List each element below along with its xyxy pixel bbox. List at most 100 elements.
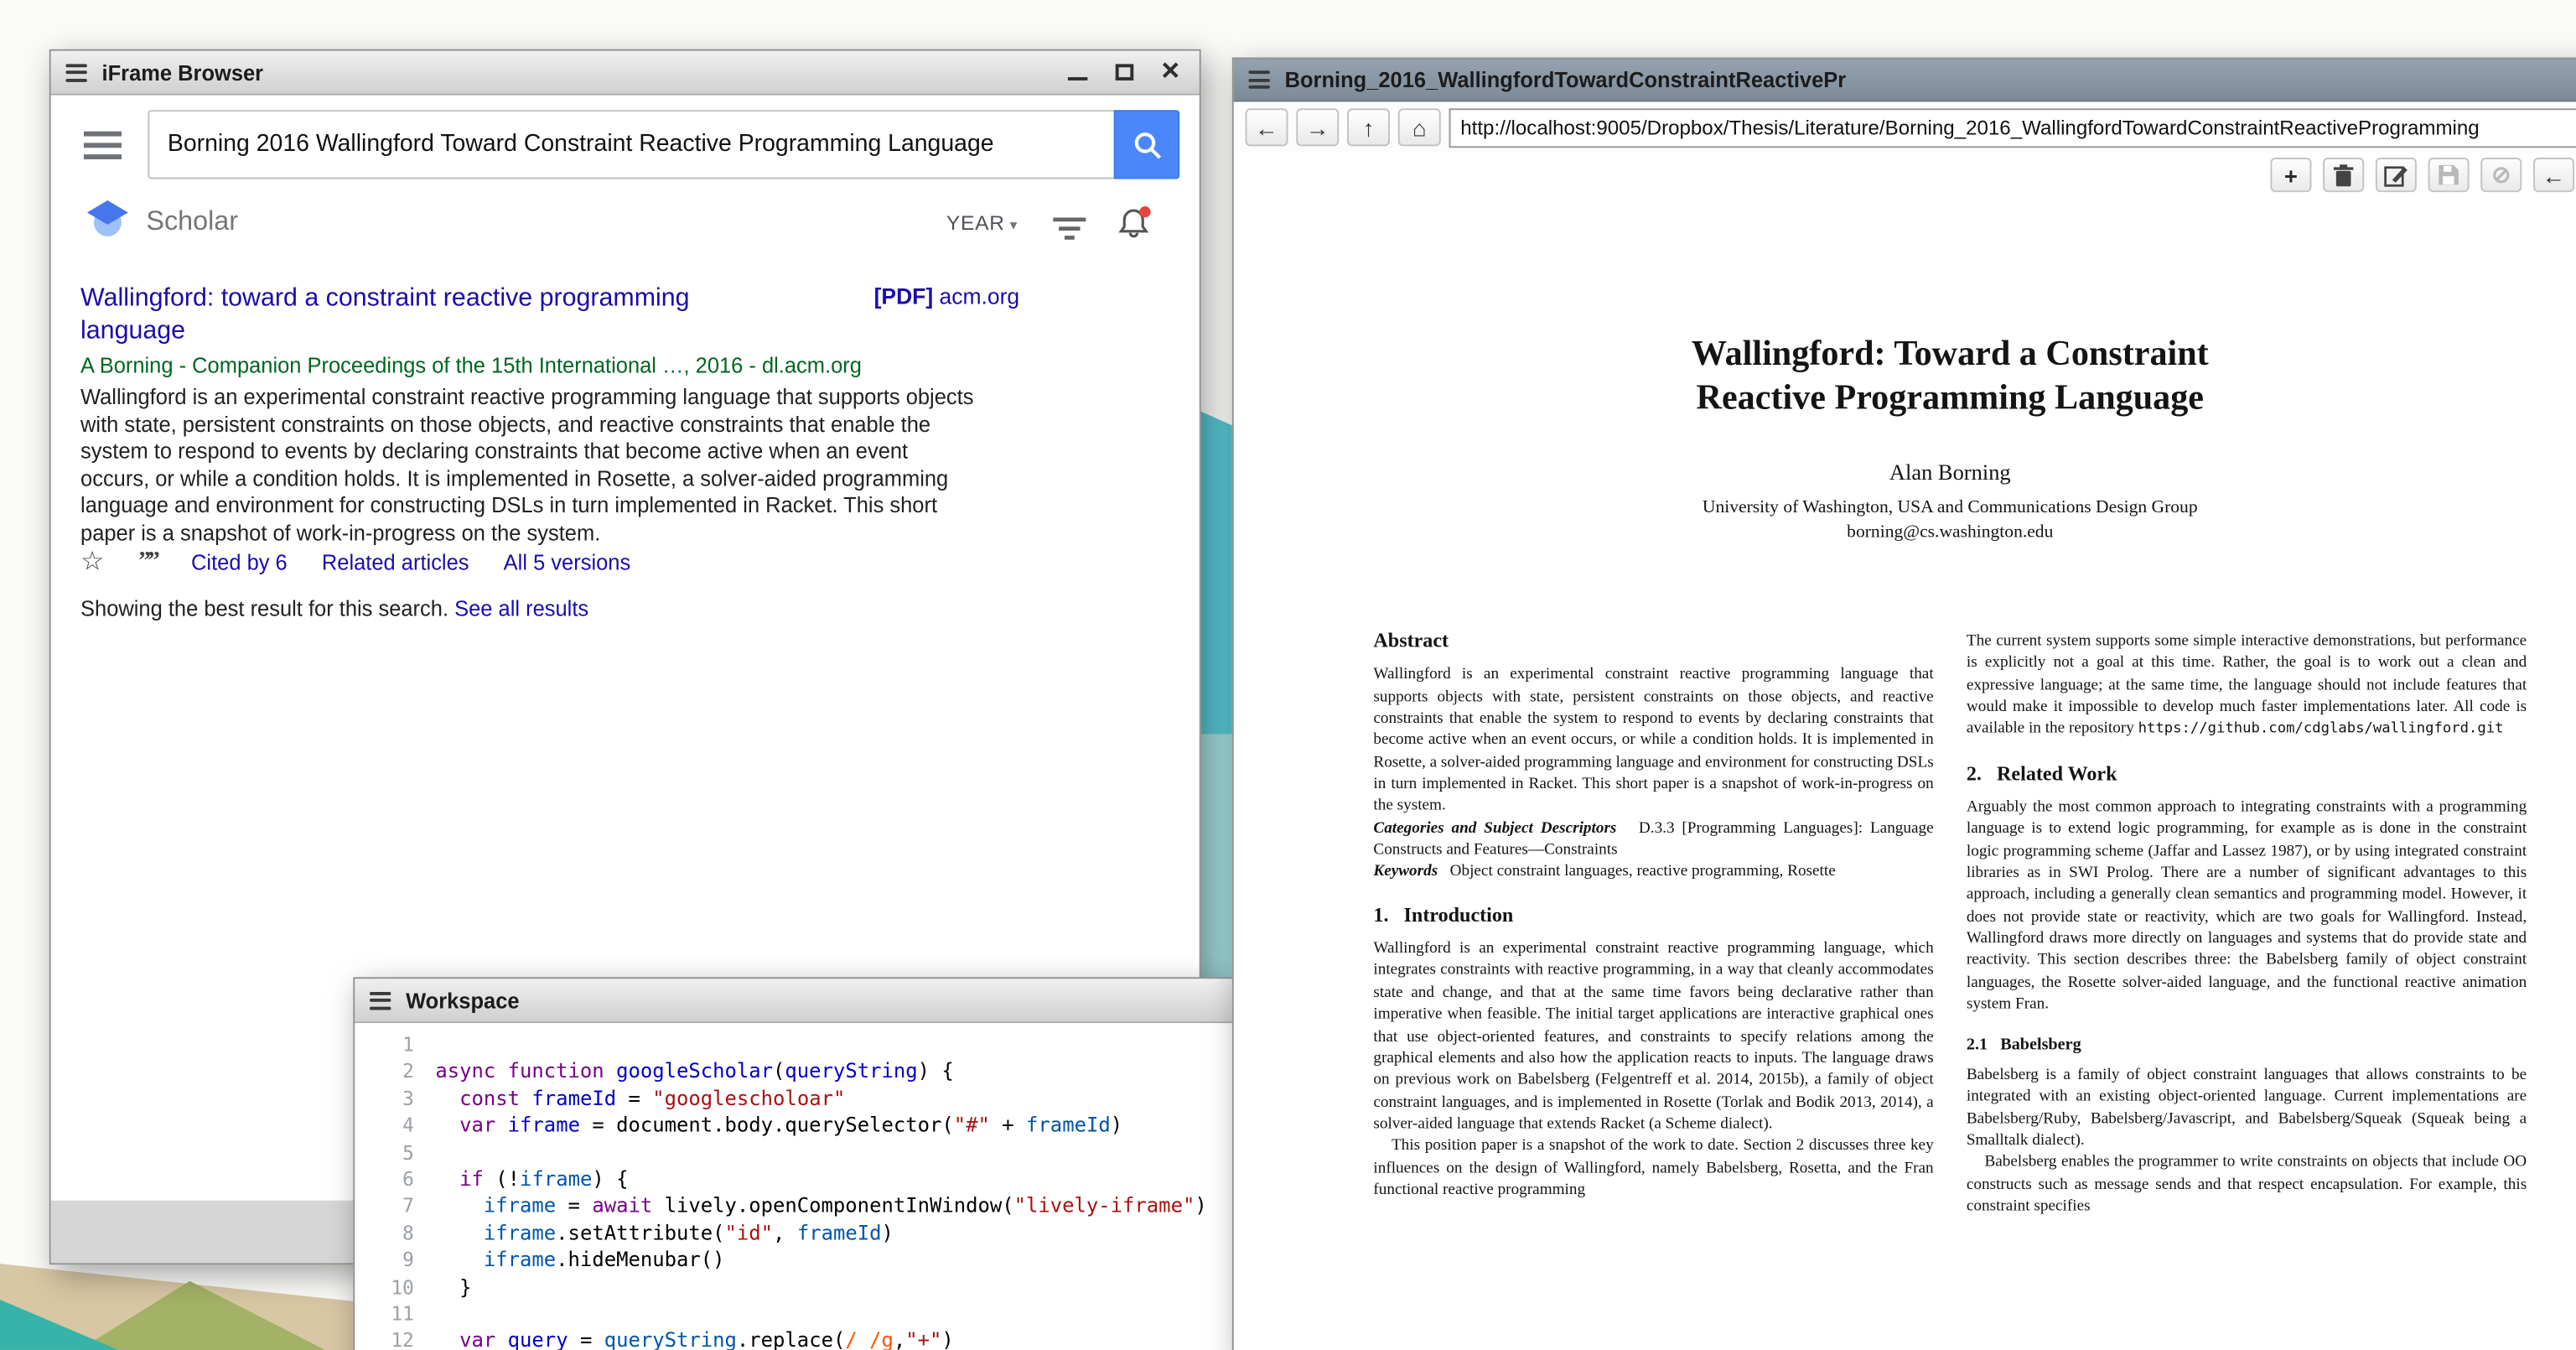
result-snippet: Wallingford is an experimental constrain…	[80, 384, 976, 548]
categories-text: Categories and Subject Descriptors D.3.3…	[1373, 818, 1933, 861]
workspace-titlebar[interactable]: Workspace	[355, 979, 1232, 1023]
code-text: if (!iframe) {	[435, 1166, 628, 1193]
line-number: 12	[355, 1327, 435, 1350]
code-line: 10 }	[355, 1274, 1232, 1301]
paper-affiliation: University of Washington, USA and Commun…	[1373, 497, 2527, 517]
code-line: 1	[355, 1031, 1232, 1058]
edit-button[interactable]	[2376, 158, 2417, 192]
minimize-button[interactable]	[1068, 64, 1088, 80]
save-disk-icon	[2438, 164, 2459, 185]
forward-button[interactable]: →	[1296, 108, 1339, 146]
line-number: 11	[355, 1301, 435, 1327]
column2-paragraph: The current system supports some simple …	[1967, 631, 2527, 742]
cited-by-link[interactable]: Cited by 6	[191, 550, 288, 574]
see-all-results-link[interactable]: See all results	[454, 596, 588, 620]
section-2-1-heading: 2.1 Babelsberg	[1967, 1034, 2527, 1056]
paper-right-column: The current system supports some simple …	[1967, 631, 2527, 1218]
cite-quote-icon[interactable]: ””	[138, 548, 157, 576]
code-line: 3 const frameId = "googlescholoar"	[355, 1085, 1232, 1112]
repo-url: https://github.com/cdglabs/wallingford.g…	[2138, 722, 2504, 739]
code-line: 9 iframe.hideMenubar()	[355, 1247, 1232, 1274]
add-button[interactable]: +	[2270, 158, 2311, 192]
related-work-paragraph: Arguably the most common approach to int…	[1967, 797, 2527, 1015]
line-number: 5	[355, 1139, 435, 1166]
save-button[interactable]	[2428, 158, 2470, 192]
screenshot-viewport: iFrame Browser × Scho	[0, 0, 2576, 1350]
code-text: }	[435, 1274, 471, 1301]
babelsberg-paragraph-2: Babelsberg enables the programmer to wri…	[1967, 1151, 2527, 1217]
result-footer: Showing the best result for this search.…	[80, 596, 588, 620]
line-number: 9	[355, 1247, 435, 1274]
intro-paragraph-2: This position paper is a snapshot of the…	[1373, 1135, 1933, 1201]
line-number: 6	[355, 1166, 435, 1193]
scholar-brand-label: Scholar	[146, 207, 238, 238]
line-number: 4	[355, 1112, 435, 1139]
intro-paragraph-1: Wallingford is an experimental constrain…	[1373, 938, 1933, 1135]
result-actions: ☆ ”” Cited by 6 Related articles All 5 v…	[80, 548, 630, 576]
search-button[interactable]	[1114, 110, 1179, 179]
pdf-browser-window: Borning_2016_WallingfordTowardConstraint…	[1232, 58, 2576, 1350]
paper-author: Alan Borning	[1373, 460, 2527, 485]
window-controls: ×	[1068, 60, 1184, 83]
window-menu-icon[interactable]	[65, 60, 86, 86]
window-title: Workspace	[406, 988, 520, 1012]
paper-title: Wallingford: Toward a Constraint Reactiv…	[1373, 332, 2527, 421]
abstract-text: Wallingford is an experimental constrain…	[1373, 664, 1933, 818]
code-line: 11	[355, 1301, 1232, 1327]
code-line: 8 iframe.setAttribute("id", frameId)	[355, 1220, 1232, 1247]
maximize-button[interactable]	[1115, 64, 1133, 80]
code-text: iframe.hideMenubar()	[435, 1247, 724, 1274]
code-line: 7 iframe = await lively.openComponentInW…	[355, 1193, 1232, 1220]
window-menu-icon[interactable]	[370, 987, 391, 1013]
line-number: 7	[355, 1193, 435, 1220]
history-back-button[interactable]: ←	[2533, 158, 2574, 192]
up-button[interactable]: ↑	[1347, 108, 1390, 146]
paper-left-column: Abstract Wallingford is an experimental …	[1373, 631, 1933, 1218]
section-1-heading: 1. Introduction	[1373, 905, 1933, 927]
search-input[interactable]	[148, 110, 1115, 179]
pdf-source: acm.org	[933, 284, 1019, 309]
url-input[interactable]	[1449, 107, 2576, 147]
editor-toolbar: + ⊘	[1234, 153, 2576, 197]
section-2-heading: 2. Related Work	[1967, 763, 2527, 785]
code-editor[interactable]: 12async function googleScholar(queryStri…	[355, 1023, 1232, 1350]
code-text: async function googleScholar(queryString…	[435, 1058, 953, 1085]
babelsberg-paragraph-1: Babelsberg is a family of object constra…	[1967, 1064, 2527, 1152]
filter-icon[interactable]	[1053, 217, 1086, 250]
trash-icon	[2333, 164, 2354, 186]
close-button[interactable]: ×	[1161, 60, 1179, 83]
related-articles-link[interactable]: Related articles	[322, 550, 469, 574]
home-button[interactable]: ⌂	[1398, 108, 1441, 146]
year-filter-dropdown[interactable]: YEAR▾	[946, 212, 1018, 235]
alerts-bell-icon[interactable]	[1117, 205, 1152, 248]
paper-email: borning@cs.washington.edu	[1373, 522, 2527, 543]
delete-button[interactable]	[2323, 158, 2364, 192]
menu-hamburger-icon[interactable]	[84, 132, 122, 166]
window-title: iFrame Browser	[102, 60, 264, 84]
code-line: 6 if (!iframe) {	[355, 1166, 1232, 1193]
save-star-icon[interactable]: ☆	[80, 551, 104, 574]
pdf-page[interactable]: Wallingford: Toward a Constraint Reactiv…	[1234, 197, 2576, 1350]
chevron-down-icon: ▾	[1010, 217, 1018, 234]
iframe-browser-titlebar[interactable]: iFrame Browser ×	[51, 51, 1200, 96]
maximize-icon	[1115, 64, 1133, 80]
browser-nav-bar: ← → ↑ ⌂	[1234, 101, 2576, 153]
line-number: 2	[355, 1058, 435, 1085]
back-button[interactable]: ←	[1246, 108, 1288, 146]
workspace-window: Workspace 12async function googleScholar…	[353, 977, 1233, 1350]
minimize-icon	[1068, 77, 1088, 80]
result-title-link[interactable]: Wallingford: toward a constraint reactiv…	[80, 283, 770, 346]
code-text: iframe = await lively.openComponentInWin…	[435, 1193, 1206, 1220]
code-text: iframe.setAttribute("id", frameId)	[435, 1220, 894, 1247]
line-number: 10	[355, 1274, 435, 1301]
cancel-button[interactable]: ⊘	[2480, 158, 2522, 192]
desktop: iFrame Browser × Scho	[0, 0, 2576, 1350]
window-menu-icon[interactable]	[1248, 66, 1269, 92]
all-versions-link[interactable]: All 5 versions	[504, 550, 631, 574]
pdf-window-titlebar[interactable]: Borning_2016_WallingfordTowardConstraint…	[1234, 60, 2576, 102]
code-text: const frameId = "googlescholoar"	[435, 1085, 845, 1112]
pdf-tag: [PDF]	[874, 284, 934, 309]
result-pdf-link[interactable]: [PDF] acm.org	[874, 284, 1020, 309]
scholar-logo-icon[interactable]	[86, 199, 130, 247]
line-number: 3	[355, 1085, 435, 1112]
